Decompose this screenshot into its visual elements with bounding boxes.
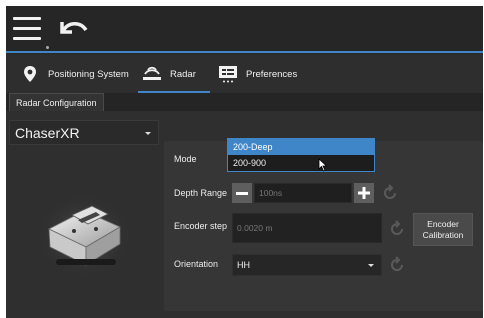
- depth-decrease-button[interactable]: [232, 183, 252, 203]
- encoder-calibration-button[interactable]: Encoder Calibration: [413, 213, 473, 246]
- tab-radar-label: Radar: [170, 68, 196, 80]
- orientation-value: HH: [237, 260, 250, 270]
- menu-indicator-dot: [46, 46, 49, 49]
- mouse-cursor-icon: [318, 158, 328, 172]
- orientation-label: Orientation: [174, 259, 219, 269]
- chevron-down-icon: [368, 264, 374, 267]
- orientation-select[interactable]: HH: [232, 254, 382, 276]
- tab-preferences[interactable]: Preferences: [218, 55, 297, 93]
- device-select[interactable]: ChaserXR: [9, 120, 159, 145]
- depth-range-input[interactable]: 100ns: [254, 183, 352, 203]
- reset-orientation-button[interactable]: [386, 254, 408, 276]
- mode-dropdown[interactable]: 200-Deep 200-900: [227, 138, 375, 172]
- refresh-icon: [384, 184, 396, 199]
- preferences-icon: [218, 64, 238, 84]
- mode-label: Mode: [174, 154, 197, 164]
- radar-waves-icon: [142, 64, 162, 84]
- top-bar: [6, 6, 483, 53]
- hamburger-icon[interactable]: [13, 17, 41, 41]
- main-tabs: Positioning System Radar Preferences: [6, 55, 483, 93]
- refresh-icon: [391, 220, 403, 235]
- tab-radar[interactable]: Radar: [138, 55, 210, 93]
- tab-positioning-system[interactable]: Positioning System: [20, 55, 129, 93]
- chevron-down-icon: [145, 132, 151, 135]
- minus-icon: [236, 191, 248, 195]
- reset-encoder-button[interactable]: [386, 218, 408, 240]
- depth-range-label: Depth Range: [174, 188, 228, 198]
- encoder-step-input[interactable]: 0.0020 m: [232, 213, 382, 243]
- mode-option-200-deep[interactable]: 200-Deep: [228, 139, 374, 155]
- reset-depth-button[interactable]: [379, 182, 401, 204]
- encoder-step-label: Encoder step: [174, 221, 228, 231]
- tab-radar-configuration[interactable]: Radar Configuration: [9, 93, 104, 111]
- location-pin-icon: [20, 64, 40, 84]
- back-arrow-icon[interactable]: [54, 15, 90, 43]
- refresh-icon: [391, 256, 403, 271]
- sub-tabs: Radar Configuration: [6, 93, 483, 111]
- mode-option-200-900[interactable]: 200-900: [228, 155, 374, 171]
- plus-icon: [358, 187, 370, 199]
- tab-positioning-label: Positioning System: [48, 68, 129, 80]
- depth-increase-button[interactable]: [354, 183, 374, 203]
- device-select-value: ChaserXR: [15, 124, 80, 141]
- radar-device-image: [36, 194, 132, 278]
- tab-preferences-label: Preferences: [246, 68, 298, 80]
